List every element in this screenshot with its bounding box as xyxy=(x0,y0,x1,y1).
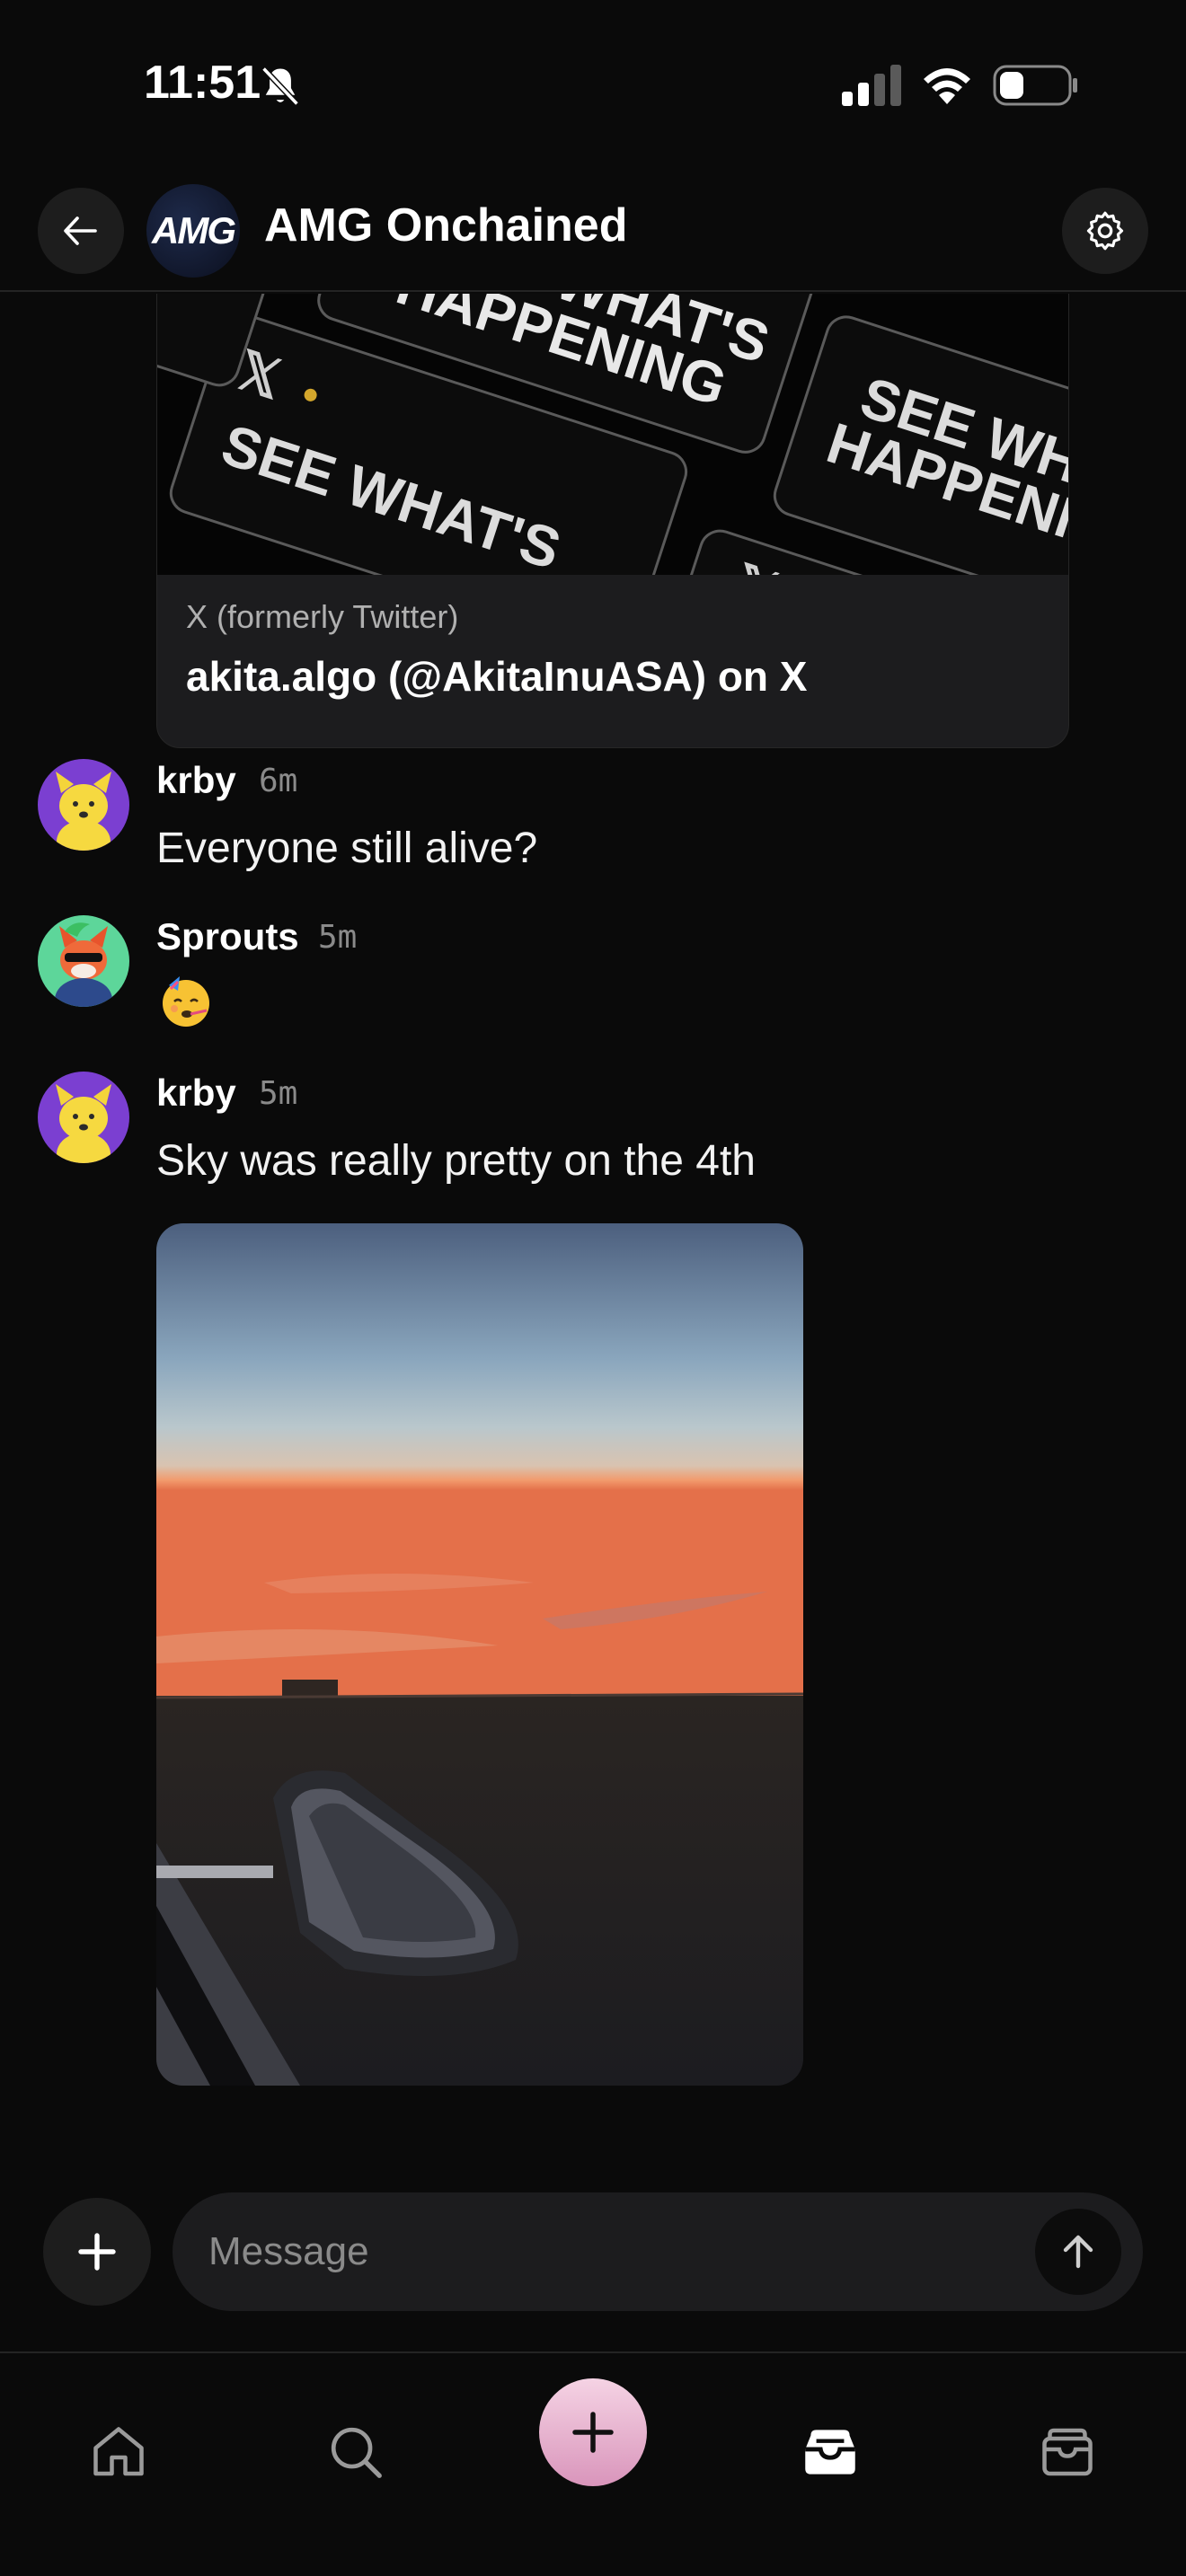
status-time: 11:51 xyxy=(144,57,261,109)
arrow-up-icon xyxy=(1063,2235,1093,2269)
yellow-dog-avatar-icon xyxy=(38,759,129,851)
back-button[interactable] xyxy=(38,188,124,274)
message-author[interactable]: krby xyxy=(156,1072,236,1115)
battery-icon xyxy=(993,65,1077,106)
wallet-icon xyxy=(1042,2428,1093,2476)
add-attachment-button[interactable] xyxy=(43,2198,151,2306)
group-avatar[interactable]: AMG xyxy=(146,184,240,278)
message-list[interactable]: SEE WHAT'S HAPPENING SEE WHAT'S SEE WHAT… xyxy=(0,294,1186,2162)
link-preview-card[interactable]: SEE WHAT'S HAPPENING SEE WHAT'S SEE WHAT… xyxy=(156,294,1069,748)
create-button[interactable] xyxy=(539,2378,647,2486)
message-time: 5m xyxy=(259,1075,298,1112)
message-author[interactable]: krby xyxy=(156,759,236,802)
message-input[interactable] xyxy=(208,2192,981,2311)
avatar[interactable] xyxy=(38,1072,129,1163)
nav-wallet[interactable] xyxy=(1013,2398,1121,2506)
nav-home[interactable] xyxy=(65,2398,173,2506)
search-icon xyxy=(331,2427,382,2478)
gear-icon xyxy=(1086,211,1124,251)
wifi-icon xyxy=(924,68,970,104)
cellular-signal-icon xyxy=(842,65,901,106)
link-preview-image: SEE WHAT'S HAPPENING SEE WHAT'S SEE WHAT… xyxy=(157,294,1068,575)
fox-sunglasses-avatar-icon xyxy=(38,915,129,1007)
bell-muted-icon xyxy=(261,66,299,106)
link-title[interactable]: akita.algo (@AkitaInuASA) on X xyxy=(186,652,807,701)
nav-inbox[interactable] xyxy=(776,2398,884,2506)
message-composer xyxy=(0,2189,1186,2315)
yellow-dog-avatar-icon xyxy=(38,1072,129,1163)
bottom-nav xyxy=(0,2351,1186,2576)
inbox-icon xyxy=(805,2430,855,2475)
photo-attachment[interactable] xyxy=(156,1223,803,2086)
settings-button[interactable] xyxy=(1062,188,1148,274)
link-source: X (formerly Twitter) xyxy=(186,598,459,635)
message-text: Sky was really pretty on the 4th xyxy=(156,1137,756,1185)
arrow-left-icon xyxy=(64,216,97,245)
chat-header: AMG AMG Onchained xyxy=(0,175,1186,292)
status-bar: 11:51 xyxy=(0,0,1186,171)
message-time: 6m xyxy=(259,763,298,799)
message-box xyxy=(173,2192,1143,2311)
party-face-emoji-icon xyxy=(163,976,209,1027)
plus-icon xyxy=(78,2233,116,2271)
message-item: Sprouts 5m xyxy=(0,915,1186,1041)
message-author[interactable]: Sprouts xyxy=(156,915,299,958)
home-icon xyxy=(93,2427,144,2476)
message-item: krby 6m Everyone still alive? xyxy=(0,759,1186,885)
message-time: 5m xyxy=(318,919,358,956)
avatar[interactable] xyxy=(38,759,129,851)
message-text: Everyone still alive? xyxy=(156,825,538,872)
page-title[interactable]: AMG Onchained xyxy=(264,198,627,252)
sunset-photo xyxy=(156,1223,803,2086)
avatar[interactable] xyxy=(38,915,129,1007)
send-button[interactable] xyxy=(1035,2209,1121,2295)
group-logo-text: AMG xyxy=(152,209,236,251)
nav-search[interactable] xyxy=(302,2398,410,2506)
create-plus-icon xyxy=(572,2412,614,2453)
